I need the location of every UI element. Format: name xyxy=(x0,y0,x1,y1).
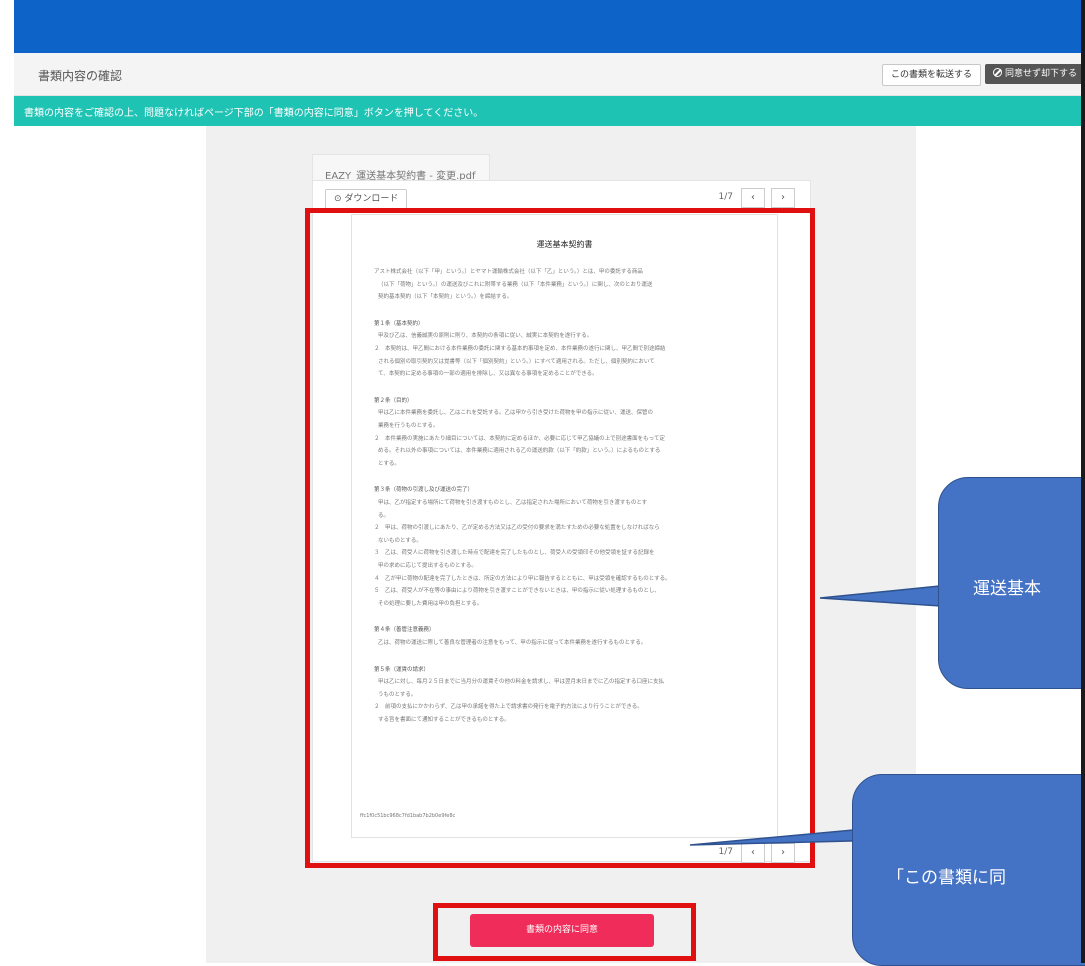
decline-button-label: 同意せず却下する xyxy=(1005,69,1078,79)
window-right-edge xyxy=(1081,0,1085,963)
instruction-banner: 書類の内容をご確認の上、問題なければページ下部の「書類の内容に同意」ボタンを押し… xyxy=(14,96,1081,126)
agree-callout: 「この書類に同 xyxy=(852,774,1085,966)
agree-callout-text: 「この書類に同 xyxy=(887,868,1006,888)
page-header: 書類内容の確認 この書類を転送する 同意せず却下する xyxy=(14,53,1085,96)
page-indicator: 1/7 xyxy=(718,192,733,202)
document-highlight-box xyxy=(305,208,815,868)
next-page-button[interactable]: › xyxy=(771,188,795,208)
agree-button-highlight-box xyxy=(433,903,696,961)
prev-page-button[interactable]: ‹ xyxy=(741,188,765,208)
document-callout: 運送基本 xyxy=(938,477,1085,689)
forward-document-button[interactable]: この書類を転送する xyxy=(882,64,982,86)
download-label: ダウンロード xyxy=(344,194,399,204)
ban-icon xyxy=(993,68,1002,77)
top-navigation-bar xyxy=(14,0,1081,53)
download-button[interactable]: ⊙ ダウンロード xyxy=(325,189,408,209)
window-left-edge xyxy=(0,0,15,963)
page-title: 書類内容の確認 xyxy=(38,69,123,83)
document-callout-text: 運送基本 xyxy=(973,579,1041,599)
decline-document-button[interactable]: 同意せず却下する xyxy=(985,64,1085,84)
instruction-text: 書類の内容をご確認の上、問題なければページ下部の「書類の内容に同意」ボタンを押し… xyxy=(24,108,484,119)
download-icon: ⊙ xyxy=(334,194,345,204)
